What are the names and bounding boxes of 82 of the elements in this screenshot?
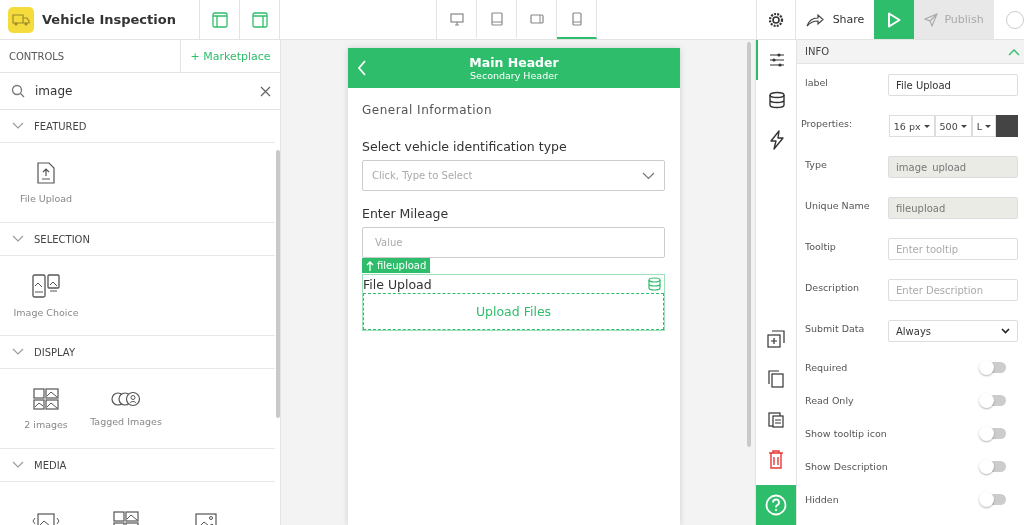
color-swatch[interactable] [996,115,1018,137]
font-size-dropdown[interactable]: 16 px [888,115,935,137]
search-icon [11,84,25,98]
tablet-icon [490,11,503,26]
property-label: Read Only [805,395,854,406]
tagged-circles-icon[interactable] [111,390,141,407]
section-title[interactable]: INFO [805,46,830,57]
readonly-field: fileupload [888,197,1018,219]
dropdown[interactable]: Always [888,320,1018,342]
share-button[interactable]: Share [796,0,874,39]
field-label: Enter Mileage [362,206,450,221]
text-field[interactable]: Enter Description [888,279,1018,301]
readonly-field: image_upload [888,156,1018,178]
up-arrow-icon [366,260,374,271]
monitor-icon [449,11,464,26]
field-label: Select vehicle identification type [362,139,568,154]
scrollbar[interactable] [747,42,751,447]
scrollbar[interactable] [276,150,280,418]
property-label: label [805,76,828,88]
file-upload-icon[interactable] [36,161,56,184]
font-weight-dropdown[interactable]: 500 [934,115,972,137]
section-title[interactable]: SELECTION [34,233,90,245]
field-label: File Upload [363,276,432,292]
property-label: Required [805,362,848,373]
image-grid-icon[interactable] [33,387,59,410]
truck-logo-icon [8,6,34,33]
mileage-input[interactable]: Value [362,227,665,258]
phone-icon [571,11,582,26]
property-label: Tooltip [805,240,836,252]
upload-component[interactable]: File Upload Upload Files [362,274,665,331]
property-label: Type [805,158,827,170]
help-icon[interactable] [756,485,796,525]
section-title: General Information [362,103,494,117]
property-label: Hidden [805,494,839,505]
main-header: Main Header [469,55,559,70]
database-icon [768,91,786,109]
image-choice-icon[interactable] [32,273,60,298]
control-label: 2 images [24,418,68,430]
close-icon[interactable] [260,85,271,97]
chevron-icon[interactable] [12,348,24,356]
property-label: Show tooltip icon [805,428,887,439]
property-label: Show Description [805,461,888,472]
toggle-switch[interactable] [981,395,1006,406]
app-title: Vehicle Inspection [42,12,176,27]
control-label: Tagged Images [90,415,162,427]
chevron-icon[interactable] [12,122,24,130]
controls-title: CONTROLS [8,49,66,64]
lightning-icon [769,130,785,150]
search-field[interactable]: image [35,84,250,98]
play-button[interactable] [874,0,914,39]
database-icon [648,277,661,291]
chevron-icon[interactable] [12,461,24,469]
property-label: Description [805,281,860,293]
share-arrow-icon [805,12,824,27]
back-icon[interactable] [357,60,367,76]
toggle-switch[interactable] [981,428,1006,439]
settings-icon[interactable] [756,0,796,39]
image-carousel-icon[interactable] [32,511,60,525]
toggle-switch[interactable] [981,461,1006,472]
toggle-switch[interactable] [981,494,1006,505]
text-field[interactable]: Enter tooltip [888,238,1018,260]
section-title[interactable]: DISPLAY [34,346,75,358]
play-icon [887,11,901,28]
chevron-down-icon [1001,328,1010,334]
component-tag: fileupload [362,258,431,273]
control-label: File Upload [19,192,73,204]
image-icon[interactable] [195,512,217,525]
property-label: Submit Data [805,322,865,334]
landscape-device-icon [529,13,544,24]
section-title[interactable]: MEDIA [34,459,67,471]
property-label: Unique Name [805,199,870,211]
paper-plane-icon [924,12,939,27]
control-label: Image Choice [13,306,79,318]
secondary-header: Secondary Header [470,70,558,81]
sliders-icon [768,51,786,69]
chevron-down-icon [642,171,655,180]
text-field[interactable]: File Upload [888,74,1018,96]
chevron-icon[interactable] [12,235,24,243]
section-title[interactable]: FEATURED [34,120,87,132]
chevron-up-icon[interactable] [1008,47,1020,56]
toggle-switch[interactable] [981,362,1006,373]
property-label: Properties: [801,117,853,129]
